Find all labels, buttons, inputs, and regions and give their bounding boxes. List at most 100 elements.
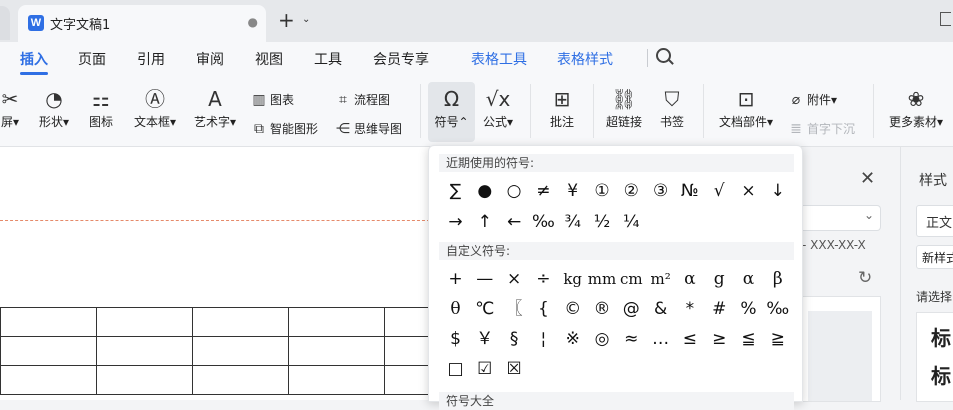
tab-table-style[interactable]: 表格样式 (557, 49, 613, 69)
symbol-cell[interactable]: θ (441, 296, 470, 322)
symbol-cell[interactable]: ○ (500, 178, 529, 204)
symbol-cell[interactable]: ② (617, 178, 646, 204)
symbol-cell[interactable]: — (470, 266, 499, 292)
body-style-button[interactable]: 正文 (916, 205, 953, 237)
new-style-button[interactable]: 新样式 (916, 245, 953, 269)
wordart-button[interactable]: A 艺术字▾ (190, 86, 240, 130)
drop-cap-button[interactable]: ≣ 首字下沉 (788, 120, 855, 137)
symbol-cell[interactable]: ½ (588, 209, 617, 235)
symbol-cell[interactable]: ≠ (529, 178, 558, 204)
panel-dropdown[interactable]: ⌄ (800, 205, 881, 231)
symbol-cell[interactable]: α (734, 266, 763, 292)
symbol-cell[interactable]: g (705, 266, 734, 292)
formula-button[interactable]: √x 公式▾ (478, 86, 518, 130)
icons-button[interactable]: ⚏ 图标 (86, 86, 116, 130)
symbol-cell[interactable]: ÷ (529, 266, 558, 292)
symbol-cell[interactable]: ¾ (558, 209, 587, 235)
table-cell[interactable] (288, 336, 385, 366)
symbol-cell[interactable]: mm (588, 266, 617, 292)
symbol-cell[interactable]: α (675, 266, 704, 292)
symbol-cell[interactable]: ● (470, 178, 499, 204)
textbox-button[interactable]: Ⓐ 文本框▾ (130, 86, 180, 130)
flowchart-button[interactable]: ⌗ 流程图 (335, 91, 390, 108)
symbol-cell[interactable]: @ (617, 296, 646, 322)
symbol-cell[interactable]: → (441, 209, 470, 235)
symbol-cell[interactable]: ‰ (763, 296, 792, 322)
new-tab-button[interactable]: + (278, 8, 295, 32)
symbol-cell[interactable]: ◎ (588, 326, 617, 352)
table-cell[interactable] (192, 336, 289, 366)
symbol-cell[interactable]: ¥ (558, 178, 587, 204)
screenshot-button[interactable]: ✂ 屏▾ (0, 86, 20, 130)
tab-close-icon[interactable]: ● (248, 15, 258, 29)
chart-button[interactable]: ▥ 图表 (251, 91, 294, 108)
symbol-cell[interactable]: { (529, 296, 558, 322)
symbol-cell[interactable]: ☒ (500, 356, 529, 382)
window-restore-icon[interactable] (940, 12, 951, 26)
table-cell[interactable] (0, 365, 97, 395)
bookmark-button[interactable]: ⛉ 书签 (657, 86, 687, 130)
tab-page[interactable]: 页面 (78, 49, 106, 69)
symbol-cell[interactable]: * (675, 296, 704, 322)
heading1-style[interactable]: 标 (931, 322, 951, 351)
tab-table-tools[interactable]: 表格工具 (471, 49, 527, 69)
shape-button[interactable]: ◔ 形状▾ (34, 86, 74, 130)
symbol-cell[interactable]: ® (588, 296, 617, 322)
symbol-cell[interactable]: β (763, 266, 792, 292)
symbol-cell[interactable]: 〖 (500, 296, 529, 322)
table-cell[interactable] (192, 365, 289, 395)
close-icon[interactable]: ✕ (860, 168, 875, 189)
tab-review[interactable]: 审阅 (196, 49, 224, 69)
symbol-cell[interactable]: $ (441, 326, 470, 352)
symbol-cell[interactable]: ≈ (617, 326, 646, 352)
symbol-cell[interactable]: √ (705, 178, 734, 204)
symbol-cell[interactable]: ↓ (763, 178, 792, 204)
table-cell[interactable] (288, 365, 385, 395)
symbol-cell[interactable]: % (734, 296, 763, 322)
attachment-button[interactable]: ⌀ 附件▾ (788, 91, 837, 108)
symbol-cell[interactable]: ☑ (470, 356, 499, 382)
search-icon[interactable] (656, 48, 671, 63)
doc-parts-button[interactable]: ⊡ 文档部件▾ (715, 86, 777, 130)
symbol-cell[interactable]: ≦ (734, 326, 763, 352)
tab-member[interactable]: 会员专享 (373, 49, 429, 69)
tab-view[interactable]: 视图 (255, 49, 283, 69)
table-cell[interactable] (96, 307, 193, 337)
symbol-cell[interactable]: ↑ (470, 209, 499, 235)
symbol-cell[interactable]: ≧ (763, 326, 792, 352)
symbol-cell[interactable]: ③ (646, 178, 675, 204)
table-cell[interactable] (96, 365, 193, 395)
symbol-button[interactable]: Ω 符号⌃ (430, 86, 473, 130)
comment-button[interactable]: ⊞ 批注 (546, 86, 578, 130)
symbol-cell[interactable]: ≤ (675, 326, 704, 352)
symbol-cell[interactable]: × (734, 178, 763, 204)
tab-insert[interactable]: 插入 (20, 49, 48, 69)
symbol-cell[interactable]: □ (441, 356, 470, 382)
symbol-cell[interactable]: ￥ (470, 326, 499, 352)
symbol-cell[interactable]: ∑ (441, 178, 470, 204)
mindmap-button[interactable]: ⋲ 思维导图 (335, 120, 402, 137)
heading2-style[interactable]: 标 (931, 360, 951, 389)
symbol-cell[interactable]: ℃ (470, 296, 499, 322)
new-tab-dropdown-icon[interactable]: ⌄ (302, 14, 310, 25)
table-cell[interactable] (96, 336, 193, 366)
symbol-cell[interactable]: ≥ (705, 326, 734, 352)
symbol-cell[interactable]: ① (588, 178, 617, 204)
symbol-cell[interactable]: ¦ (529, 326, 558, 352)
document-table[interactable] (0, 307, 481, 395)
symbol-cell[interactable]: … (646, 326, 675, 352)
symbol-cell[interactable]: © (558, 296, 587, 322)
symbol-cell[interactable]: & (646, 296, 675, 322)
symbol-cell[interactable]: ‰ (529, 209, 558, 235)
refresh-icon[interactable]: ↻ (858, 268, 872, 288)
symbol-cell[interactable]: # (705, 296, 734, 322)
table-cell[interactable] (0, 336, 97, 366)
hyperlink-button[interactable]: ⛓ 超链接 (604, 86, 644, 130)
document-tab[interactable]: W 文字文稿1 ● (18, 5, 266, 42)
table-cell[interactable] (0, 307, 97, 337)
more-materials-button[interactable]: ❀ 更多素材▾ (884, 86, 948, 130)
tab-tools[interactable]: 工具 (314, 49, 342, 69)
table-cell[interactable] (192, 307, 289, 337)
previous-tab[interactable] (0, 6, 10, 40)
symbol-cell[interactable]: cm (617, 266, 646, 292)
